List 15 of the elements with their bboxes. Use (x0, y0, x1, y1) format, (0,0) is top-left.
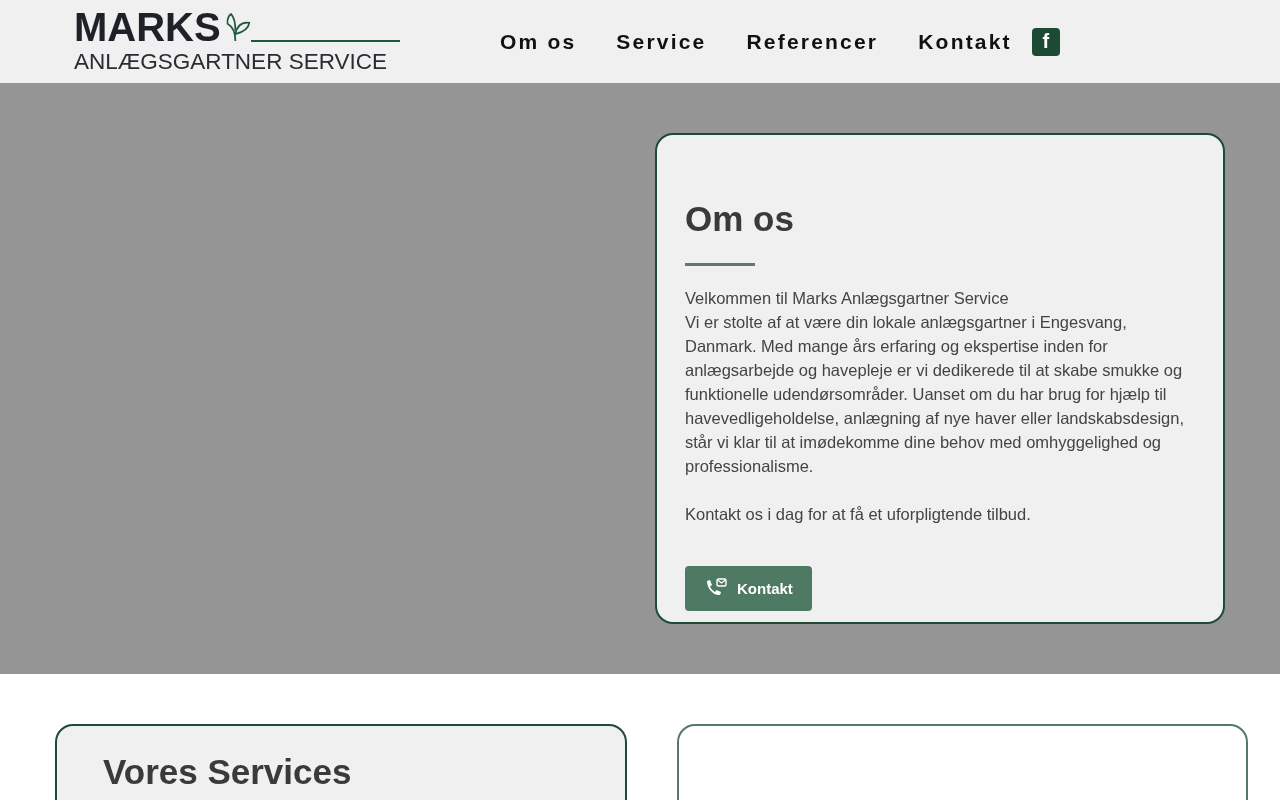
logo-tagline: ANLÆGSGARTNER SERVICE (74, 47, 387, 76)
body-text: Vi er stolte af at være din lokale anlægsgartner i Engesvang, Danmark. Med mange års erfaring og ekspertise inden for anlægsarbejde og havepleje er vi dedikerede til at skabe smukke og funktionelle udendørsområder. Uanset om du har brug for hjælp til havevedligeholdelse, anlægning af nye haver eller landskabsdesign, står vi klar til at imødekomme dine behov med omhyggelighed og professionalisme. (685, 312, 1185, 477)
logo-wordmark: MARKS (74, 6, 221, 47)
contact-button[interactable]: Kontakt (685, 566, 812, 611)
nav-link[interactable]: Kontakt (918, 29, 1012, 54)
body-text: Kontakt os i dag for at få et uforpligtende tilbud. (685, 504, 1032, 525)
section-title: Vores Services (103, 751, 353, 793)
nav-link[interactable]: Service (616, 29, 707, 54)
nav-link[interactable]: Referencer (746, 29, 879, 54)
nav-link[interactable]: Om os (500, 29, 577, 54)
title-underline (685, 263, 755, 266)
section-title: Om os (685, 198, 795, 240)
leaf-icon (224, 11, 251, 44)
facebook-icon[interactable]: f (1031, 27, 1060, 56)
body-text: Velkommen til Marks Anlægsgartner Service (685, 288, 1010, 309)
